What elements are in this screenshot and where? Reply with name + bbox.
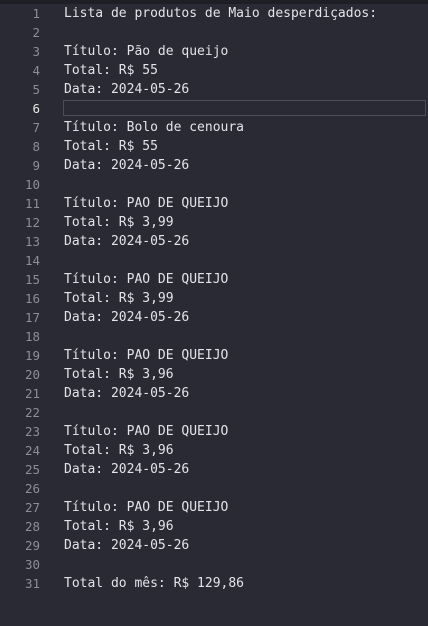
line-number: 1 (32, 6, 40, 21)
editor-line[interactable]: 20 Total: R$ 3,96 (0, 365, 428, 384)
line-text[interactable]: Título: Bolo de cenoura (64, 118, 244, 137)
line-number: 16 (24, 291, 40, 306)
line-text[interactable]: Total: R$ 55 (64, 61, 158, 80)
line-text[interactable]: Lista de produtos de Maio desperdiçados: (64, 4, 377, 23)
line-text[interactable]: Total: R$ 55 (64, 137, 158, 156)
line-number: 30 (24, 557, 40, 572)
editor-line[interactable]: 4 Total: R$ 55 (0, 61, 428, 80)
text-editor[interactable]: 1 Lista de produtos de Maio desperdiçados… (0, 4, 428, 626)
line-number: 8 (32, 139, 40, 154)
line-text[interactable]: Data: 2024-05-26 (64, 460, 189, 479)
editor-line[interactable]: 29 Data: 2024-05-26 (0, 536, 428, 555)
editor-line[interactable]: 30 (0, 555, 428, 574)
line-text[interactable]: Data: 2024-05-26 (64, 232, 189, 251)
line-text[interactable]: Data: 2024-05-26 (64, 536, 189, 555)
line-number: 17 (24, 310, 40, 325)
line-number: 25 (24, 462, 40, 477)
editor-line[interactable]: 27 Título: PAO DE QUEIJO (0, 498, 428, 517)
line-number: 24 (24, 443, 40, 458)
line-number: 18 (24, 329, 40, 344)
line-text[interactable]: Total: R$ 3,96 (64, 365, 174, 384)
editor-line[interactable]: 11 Título: PAO DE QUEIJO (0, 194, 428, 213)
line-number: 6 (32, 101, 40, 116)
editor-line[interactable]: 8 Total: R$ 55 (0, 137, 428, 156)
editor-line[interactable]: 18 (0, 327, 428, 346)
editor-line[interactable]: 14 (0, 251, 428, 270)
line-text[interactable]: Total: R$ 3,99 (64, 213, 174, 232)
line-number: 26 (24, 481, 40, 496)
editor-line[interactable]: 21 Data: 2024-05-26 (0, 384, 428, 403)
editor-line[interactable]: 6 (0, 99, 428, 118)
editor-line[interactable]: 3 Título: Pão de queijo (0, 42, 428, 61)
line-text[interactable]: Total: R$ 3,99 (64, 289, 174, 308)
line-number: 28 (24, 519, 40, 534)
line-number: 19 (24, 348, 40, 363)
editor-line[interactable]: 16 Total: R$ 3,99 (0, 289, 428, 308)
line-number: 31 (24, 576, 40, 591)
line-number: 15 (24, 272, 40, 287)
line-number: 2 (32, 25, 40, 40)
line-number: 12 (24, 215, 40, 230)
editor-line[interactable]: 15 Título: PAO DE QUEIJO (0, 270, 428, 289)
line-text[interactable]: Data: 2024-05-26 (64, 156, 189, 175)
line-text[interactable]: Título: PAO DE QUEIJO (64, 346, 228, 365)
line-text[interactable]: Data: 2024-05-26 (64, 80, 189, 99)
line-number: 9 (32, 158, 40, 173)
editor-line[interactable]: 23 Título: PAO DE QUEIJO (0, 422, 428, 441)
line-text[interactable]: Total: R$ 3,96 (64, 517, 174, 536)
editor-line[interactable]: 26 (0, 479, 428, 498)
editor-line[interactable]: 19 Título: PAO DE QUEIJO (0, 346, 428, 365)
editor-line[interactable]: 22 (0, 403, 428, 422)
line-text[interactable]: Título: PAO DE QUEIJO (64, 498, 228, 517)
editor-line[interactable]: 10 (0, 175, 428, 194)
line-text[interactable]: Total: R$ 3,96 (64, 441, 174, 460)
editor-line[interactable]: 7 Título: Bolo de cenoura (0, 118, 428, 137)
line-number: 14 (24, 253, 40, 268)
line-number: 11 (24, 196, 40, 211)
editor-line[interactable]: 31 Total do mês: R$ 129,86 (0, 574, 428, 593)
editor-line[interactable]: 24 Total: R$ 3,96 (0, 441, 428, 460)
line-text[interactable]: Título: PAO DE QUEIJO (64, 194, 228, 213)
editor-line[interactable]: 25 Data: 2024-05-26 (0, 460, 428, 479)
line-number: 4 (32, 63, 40, 78)
current-line-highlight (63, 100, 426, 116)
editor-line[interactable]: 5 Data: 2024-05-26 (0, 80, 428, 99)
line-text[interactable]: Título: PAO DE QUEIJO (64, 422, 228, 441)
line-text[interactable]: Total do mês: R$ 129,86 (64, 574, 244, 593)
line-number: 10 (24, 177, 40, 192)
editor-line[interactable]: 2 (0, 23, 428, 42)
editor-line[interactable]: 28 Total: R$ 3,96 (0, 517, 428, 536)
line-number: 23 (24, 424, 40, 439)
line-number: 29 (24, 538, 40, 553)
line-number: 22 (24, 405, 40, 420)
line-number: 27 (24, 500, 40, 515)
line-text[interactable]: Título: Pão de queijo (64, 42, 228, 61)
line-text[interactable]: Título: PAO DE QUEIJO (64, 270, 228, 289)
editor-line[interactable]: 1 Lista de produtos de Maio desperdiçados… (0, 4, 428, 23)
line-number: 21 (24, 386, 40, 401)
line-number: 3 (32, 44, 40, 59)
editor-line[interactable]: 9 Data: 2024-05-26 (0, 156, 428, 175)
line-number: 7 (32, 120, 40, 135)
line-number: 5 (32, 82, 40, 97)
line-number: 20 (24, 367, 40, 382)
line-text[interactable]: Data: 2024-05-26 (64, 384, 189, 403)
editor-line[interactable]: 13 Data: 2024-05-26 (0, 232, 428, 251)
line-text[interactable]: Data: 2024-05-26 (64, 308, 189, 327)
editor-line[interactable]: 12 Total: R$ 3,99 (0, 213, 428, 232)
editor-line[interactable]: 17 Data: 2024-05-26 (0, 308, 428, 327)
line-number: 13 (24, 234, 40, 249)
